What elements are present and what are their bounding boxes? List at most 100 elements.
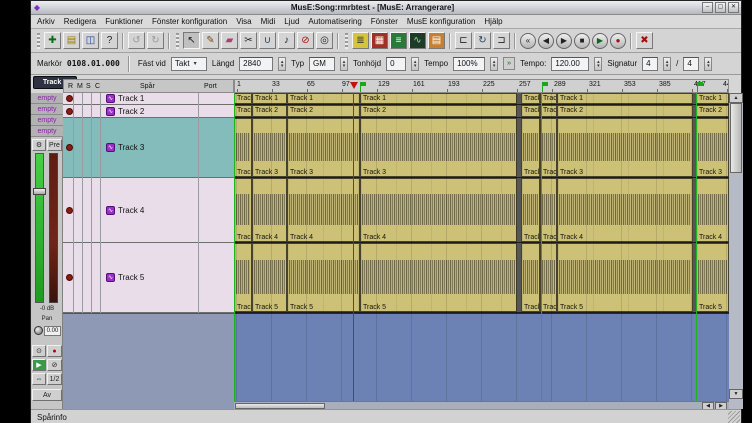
track-row[interactable]: ∿ Track 5: [63, 243, 234, 313]
record-arm-dot[interactable]: [66, 144, 73, 151]
rewind-icon[interactable]: ◀: [538, 33, 554, 49]
record-arm-dot[interactable]: [66, 274, 73, 281]
track-row[interactable]: ∿ Track 4: [63, 178, 234, 243]
part[interactable]: Track 4: [287, 178, 360, 242]
list-editor-icon[interactable]: ≡: [390, 32, 407, 49]
part[interactable]: Track 1: [557, 93, 693, 104]
pitch-spinner[interactable]: ▴▾: [411, 57, 419, 71]
pan-tool-icon[interactable]: ◎: [316, 32, 333, 49]
part[interactable]: Track 1: [234, 93, 252, 104]
signature-numerator-field[interactable]: 4: [642, 57, 658, 71]
tempo-master-button[interactable]: »: [503, 57, 515, 70]
vertical-scrollbar[interactable]: ▲ ▼: [729, 93, 743, 409]
mute-button[interactable]: ⊘: [47, 359, 62, 371]
tempo-scale-spinner[interactable]: ▴▾: [490, 57, 498, 71]
minimize-button[interactable]: –: [702, 2, 713, 13]
part[interactable]: Track 4: [234, 178, 252, 242]
part[interactable]: Track 2: [234, 105, 252, 117]
length-spinner[interactable]: ▴▾: [278, 57, 286, 71]
part[interactable]: Track 3: [252, 118, 287, 177]
empty-canvas-area[interactable]: [234, 313, 729, 401]
resize-grip[interactable]: [728, 411, 740, 423]
part[interactable]: Track 5: [287, 243, 360, 312]
part[interactable]: Track 2: [360, 105, 517, 117]
close-button[interactable]: ✕: [728, 2, 739, 13]
toolbar-grip[interactable]: [345, 33, 348, 49]
record-icon[interactable]: ●: [610, 33, 626, 49]
effect-rack-slot[interactable]: empty: [31, 115, 63, 126]
signature-numerator-spinner[interactable]: ▴▾: [663, 57, 671, 71]
scroll-left-icon[interactable]: ◀: [702, 402, 714, 409]
signature-denominator-spinner[interactable]: ▴▾: [704, 57, 712, 71]
power-button[interactable]: ⊙: [32, 345, 46, 357]
save-file-icon[interactable]: ◫: [82, 32, 99, 49]
pencil-tool-icon[interactable]: ✎: [202, 32, 219, 49]
menu-fonster-konfiguration[interactable]: Fönster konfiguration: [152, 17, 227, 26]
menu-funktioner[interactable]: Funktioner: [105, 17, 143, 26]
part[interactable]: Track 2: [287, 105, 360, 117]
mastertrack-editor-icon[interactable]: ▤: [428, 32, 445, 49]
effect-rack-slot[interactable]: empty: [31, 93, 63, 104]
part[interactable]: Track 4: [360, 178, 517, 242]
part[interactable]: Track 3: [360, 118, 517, 177]
glue-tool-icon[interactable]: ∪: [259, 32, 276, 49]
pan-knob[interactable]: [34, 326, 43, 335]
wave-editor-icon[interactable]: ∿: [409, 32, 426, 49]
menu-hjalp[interactable]: Hjälp: [484, 17, 502, 26]
loop-icon[interactable]: ↻: [474, 32, 491, 49]
cutter-tool-icon[interactable]: ✂: [240, 32, 257, 49]
pianoroll-editor-icon[interactable]: ≣: [352, 32, 369, 49]
menu-automatisering[interactable]: Automatisering: [308, 17, 361, 26]
part[interactable]: Track 5: [696, 243, 729, 312]
pointer-tool-icon[interactable]: ↖: [183, 32, 200, 49]
part[interactable]: Track 3: [696, 118, 729, 177]
skip-start-icon[interactable]: «: [520, 33, 536, 49]
part[interactable]: Track 3: [540, 118, 557, 177]
part[interactable]: Track 1: [252, 93, 287, 104]
stereo-button[interactable]: ⇔: [32, 373, 46, 385]
length-field[interactable]: 2840: [239, 57, 273, 71]
pre-button[interactable]: Pre: [47, 139, 62, 151]
menu-visa[interactable]: Visa: [236, 17, 251, 26]
marker-value[interactable]: 0108.01.000: [67, 59, 120, 68]
forward-icon[interactable]: ▶: [556, 33, 572, 49]
tempo-field[interactable]: 120.00: [551, 57, 589, 71]
part[interactable]: Track 1: [696, 93, 729, 104]
open-file-icon[interactable]: ▤: [63, 32, 80, 49]
part[interactable]: Track 4: [557, 178, 693, 242]
part[interactable]: Track 4: [252, 178, 287, 242]
marker-flag[interactable]: [542, 82, 543, 92]
part[interactable]: Track 2: [696, 105, 729, 117]
part[interactable]: Track 3: [234, 118, 252, 177]
part[interactable]: Track 5: [540, 243, 557, 312]
menu-midi[interactable]: Midi: [261, 17, 276, 26]
redo-icon[interactable]: ↻: [147, 32, 164, 49]
part[interactable]: Track 5: [521, 243, 540, 312]
part[interactable]: Track 4: [696, 178, 729, 242]
part[interactable]: Track 1: [521, 93, 540, 104]
punch-in-icon[interactable]: ⊏: [455, 32, 472, 49]
menu-muse-konfiguration[interactable]: MusE konfiguration: [407, 17, 475, 26]
mute-tool-icon[interactable]: ⊘: [297, 32, 314, 49]
menu-redigera[interactable]: Redigera: [64, 17, 96, 26]
part[interactable]: Track 5: [557, 243, 693, 312]
titlebar[interactable]: ◆ MusE:Song:rmrbtest - [MusE: Arrangerar…: [31, 1, 741, 15]
part[interactable]: Track 2: [540, 105, 557, 117]
gear-icon[interactable]: ⚙: [32, 139, 46, 151]
track-row[interactable]: ∿ Track 2: [63, 105, 234, 118]
arranger-canvas[interactable]: Track 1 Track 1 Track 1 Track 1 Track 1 …: [234, 93, 729, 409]
volume-fader[interactable]: [35, 153, 44, 303]
trackinfo-label[interactable]: Spårinfo: [37, 413, 67, 422]
part[interactable]: Track 4: [521, 178, 540, 242]
tempo-spinner[interactable]: ▴▾: [594, 57, 602, 71]
record-arm-dot[interactable]: [66, 95, 73, 102]
new-file-icon[interactable]: ✚: [44, 32, 61, 49]
undo-icon[interactable]: ↺: [128, 32, 145, 49]
menu-arkiv[interactable]: Arkiv: [37, 17, 55, 26]
record-arm-button[interactable]: ●: [47, 345, 62, 357]
routing-button[interactable]: 1/2: [47, 373, 62, 385]
track-row[interactable]: ∿ Track 1: [63, 93, 234, 105]
eraser-tool-icon[interactable]: ▰: [221, 32, 238, 49]
playhead-marker[interactable]: [350, 82, 358, 89]
track-row-selected[interactable]: ∿ Track 3: [63, 118, 234, 178]
